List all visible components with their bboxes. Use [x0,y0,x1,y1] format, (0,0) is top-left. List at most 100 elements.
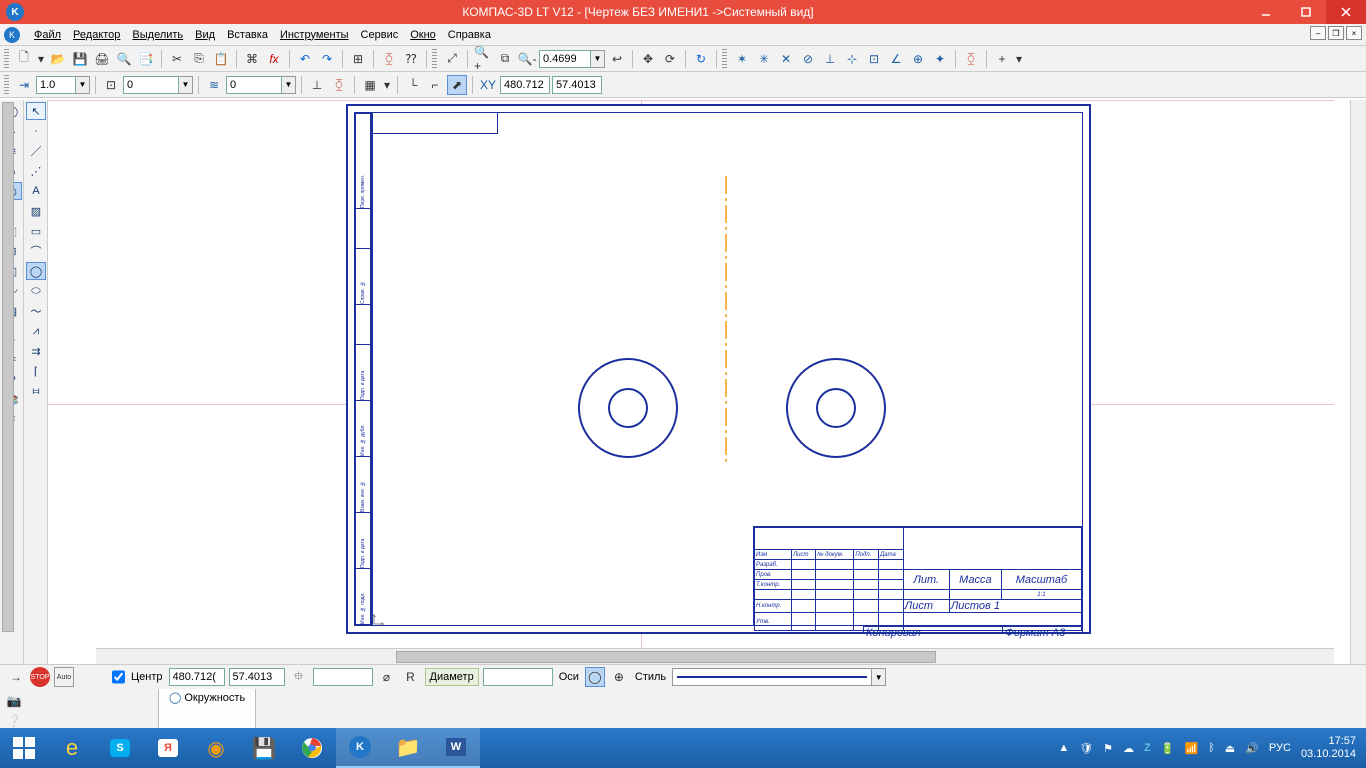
tray-battery-icon[interactable]: 🔋 [1161,742,1175,755]
start-button[interactable] [0,728,48,768]
tray-z-icon[interactable]: Z [1144,742,1151,754]
save-button[interactable]: 💾 [70,49,90,69]
apply-button[interactable]: → [6,667,26,687]
radius-mode-button[interactable]: R [401,667,421,687]
magnet-button[interactable]: ⧲ [379,49,399,69]
taskbar-notepad[interactable]: 💾 [240,728,288,768]
library-button[interactable]: ⊞ [348,49,368,69]
spline-tool[interactable]: 〜 [26,302,46,320]
tray-bt-icon[interactable]: ᛒ [1208,742,1215,754]
ortho-draw-button[interactable]: ⬈ [447,75,467,95]
redraw-button[interactable]: ↻ [691,49,711,69]
line-tool[interactable]: ／ [26,142,46,160]
zoom-prev-button[interactable]: ↩ [607,49,627,69]
grid-button[interactable]: ▦ [360,75,380,95]
fillet-tool[interactable]: ⌈ [26,362,46,380]
snap-point-button[interactable]: ✦ [930,49,950,69]
snap-end-button[interactable]: ✶ [732,49,752,69]
diameter-mode-button[interactable]: ⌀ [377,667,397,687]
vertical-scrollbar[interactable] [1350,100,1366,664]
chevron-down-icon[interactable]: ▼ [76,76,90,94]
diameter-input[interactable] [483,668,553,686]
circle-tool[interactable]: ◯ [26,262,46,280]
arc-tool[interactable]: ⌒ [26,242,46,260]
circle-1-inner[interactable] [608,388,648,428]
aux-line-tool[interactable]: ⋰ [26,162,46,180]
layer-combo[interactable]: ▼ [226,76,296,94]
menu-help[interactable]: Справка [442,25,497,45]
ellipse-tool[interactable]: ⬭ [26,282,46,300]
taskbar-avast[interactable]: ◉ [192,728,240,768]
toolbar-grip[interactable] [432,49,437,69]
maximize-button[interactable] [1286,0,1326,24]
local-cs-button[interactable]: └ [403,75,423,95]
tray-language[interactable]: РУС [1269,742,1291,754]
menu-select[interactable]: Выделить [126,25,189,45]
style-combo[interactable]: ▼ [672,668,886,686]
snap-int-button[interactable]: ✕ [776,49,796,69]
tray-volume-icon[interactable]: 🔊 [1245,742,1259,755]
tray-flag-icon[interactable]: ⚑ [1103,742,1113,755]
center-y-input[interactable] [229,668,285,686]
open-button[interactable]: 📂 [48,49,68,69]
mdi-close-button[interactable]: × [1346,26,1362,40]
mdi-minimize-button[interactable]: – [1310,26,1326,40]
taskbar-explorer[interactable]: 📁 [384,728,432,768]
layers-button[interactable]: ≋ [204,75,224,95]
menu-tools[interactable]: Инструменты [274,25,355,45]
step-input[interactable] [36,76,76,94]
view-state-button[interactable]: ⊡ [101,75,121,95]
coord-y-input[interactable] [552,76,602,94]
taskbar-skype[interactable]: S [96,728,144,768]
snap-grid-button[interactable]: ⊡ [864,49,884,69]
toolbar-grip[interactable] [4,49,9,69]
preview-button[interactable]: 🔍 [114,49,134,69]
zoom-value-input[interactable] [539,50,591,68]
new-button[interactable]: 🗋 [14,49,34,69]
undo-button[interactable]: ↶ [295,49,315,69]
chevron-down-icon[interactable]: ▼ [179,76,193,94]
snap-ext-button[interactable]: + [992,49,1012,69]
taskbar-kompas[interactable]: K [336,728,384,768]
pan-button[interactable]: ✥ [638,49,658,69]
paste-button[interactable]: 📋 [211,49,231,69]
lock-center-button[interactable]: ⯐ [289,667,309,687]
center-checkbox[interactable] [112,668,125,686]
drawing-canvas[interactable]: Инв. № подл. Подп. и дата Взам. инв. № И… [48,100,1350,664]
coord-x-input[interactable] [500,76,550,94]
close-button[interactable] [1326,0,1366,24]
text-tool[interactable]: A [26,182,46,200]
step-combo[interactable]: ▼ [36,76,90,94]
select-tool[interactable]: ↖ [26,102,46,120]
chevron-down-icon[interactable]: ▼ [591,50,605,68]
toolbar-grip[interactable] [722,49,727,69]
chevron-down-icon[interactable]: ▼ [872,668,886,686]
minimize-button[interactable] [1246,0,1286,24]
round-button[interactable]: ⧲ [329,75,349,95]
menu-file[interactable]: Файл [28,25,67,45]
layer-input[interactable] [226,76,282,94]
camera-button[interactable]: 📷 [4,691,24,711]
step-cursor-button[interactable]: ⇥ [14,75,34,95]
snap-ext-dropdown-icon[interactable]: ▾ [1014,49,1024,69]
point-tool[interactable]: · [26,122,46,140]
properties-button[interactable]: ⌘ [242,49,262,69]
help-pointer-button[interactable]: ⁇ [401,49,421,69]
zoom-out-button[interactable]: 🔍- [517,49,537,69]
print-button[interactable]: 🖨 [92,49,112,69]
toolbar-grip[interactable] [4,75,9,95]
snap-center-button[interactable]: ⊕ [908,49,928,69]
zoom-extents-button[interactable]: ⤢ [442,49,462,69]
menu-view[interactable]: Вид [189,25,221,45]
menu-edit[interactable]: Редактор [67,25,126,45]
menu-service[interactable]: Сервис [355,25,405,45]
mdi-restore-button[interactable]: ❐ [1328,26,1344,40]
hatch-tool[interactable]: ▨ [26,202,46,220]
sketch-button[interactable]: ⌐ [425,75,445,95]
view-input[interactable] [123,76,179,94]
ortho-button[interactable]: ⊥ [307,75,327,95]
snap-tan-button[interactable]: ⊘ [798,49,818,69]
chevron-down-icon[interactable]: ▼ [282,76,296,94]
tray-onedrive-icon[interactable]: ☁ [1123,742,1134,755]
stop-button[interactable]: STOP [30,667,50,687]
